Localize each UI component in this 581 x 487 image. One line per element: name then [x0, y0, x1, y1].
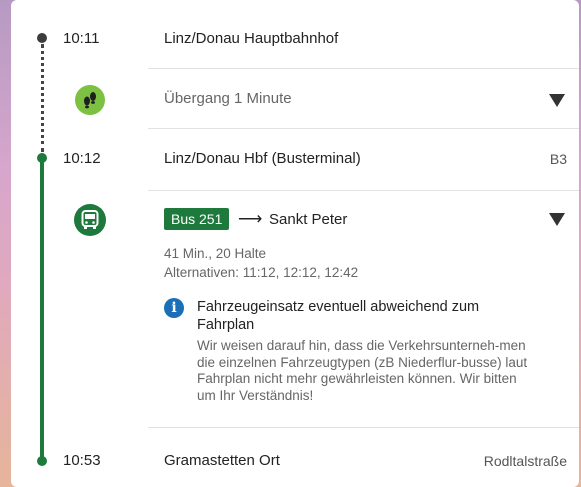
- platform-label: B3: [549, 151, 567, 167]
- direction-arrow: ⟶: [238, 209, 263, 228]
- trip-alternatives: Alternativen: 11:12, 12:12, 12:42: [164, 265, 359, 280]
- departure-time: 10:12: [63, 150, 101, 167]
- trip-duration: 41 Min., 20 Halte: [164, 246, 267, 261]
- divider: [148, 190, 579, 191]
- bus-timeline-segment: [40, 158, 44, 460]
- divider: [148, 427, 579, 428]
- platform-label: Rodltalstraße: [483, 453, 567, 469]
- divider: [148, 128, 579, 129]
- info-icon: i: [164, 298, 184, 318]
- divider: [148, 68, 579, 69]
- bus-line-badge[interactable]: Bus 251: [164, 208, 230, 230]
- notice-title: Fahrzeugeinsatz eventuell abweichend zum…: [197, 299, 480, 333]
- transfer-duration: Übergang 1 Minute: [164, 90, 292, 107]
- bus-direction: Sankt Peter: [269, 211, 348, 228]
- journey-details-card: 10:11 Linz/Donau Hauptbahnhof Übergang 1…: [11, 0, 579, 487]
- chevron-down-icon[interactable]: [549, 94, 565, 107]
- stop-name[interactable]: Gramastetten Ort: [164, 452, 280, 469]
- walking-timeline-segment: [41, 44, 44, 152]
- notice-body: Wir weisen darauf hin, dass die Verkehrs…: [197, 338, 528, 403]
- timeline-stop-dot: [37, 153, 47, 163]
- departure-time: 10:11: [63, 30, 100, 47]
- arrival-time: 10:53: [63, 452, 101, 469]
- stop-name[interactable]: Linz/Donau Hbf (Busterminal): [164, 150, 361, 167]
- footsteps-icon: [75, 85, 105, 115]
- timeline-stop-dot: [37, 456, 47, 466]
- bus-icon: [74, 204, 106, 236]
- timeline-stop-dot: [37, 33, 47, 43]
- chevron-down-icon[interactable]: [549, 213, 565, 226]
- stop-name[interactable]: Linz/Donau Hauptbahnhof: [164, 30, 338, 47]
